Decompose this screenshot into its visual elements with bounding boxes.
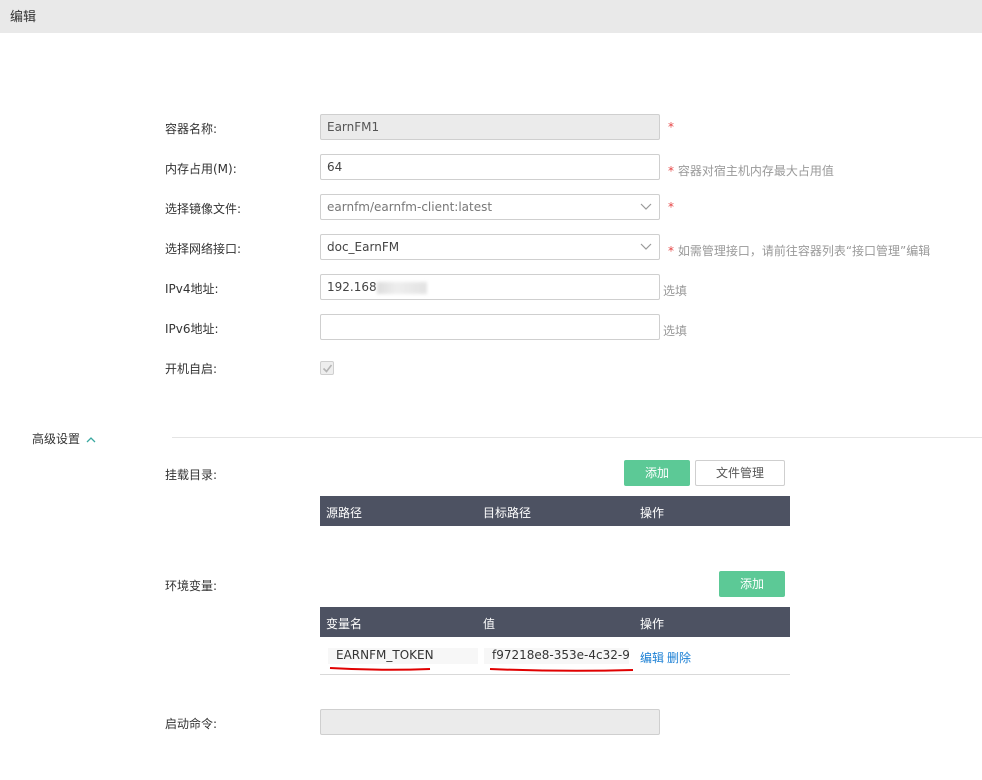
mount-table-header: 源路径 目标路径 操作 — [320, 496, 790, 526]
column-var-name: 变量名 — [326, 617, 363, 631]
delete-link[interactable]: 删除 — [667, 649, 691, 666]
dialog-title: 编辑 — [10, 10, 37, 25]
column-actions: 操作 — [640, 506, 665, 520]
command-input[interactable] — [320, 709, 660, 735]
memory-hint-text: 容器对宿主机内存最大占用值 — [677, 164, 834, 178]
chevron-up-icon — [86, 436, 96, 442]
ipv4-value: 192.168 — [327, 280, 377, 294]
required-mark: * — [668, 200, 674, 214]
memory-hint: * 容器对宿主机内存最大占用值 — [668, 162, 834, 179]
container-name-label: 容器名称: — [165, 122, 218, 136]
image-select-value: earnfm/earnfm-client:latest — [327, 200, 493, 214]
ipv6-label: IPv6地址: — [165, 322, 219, 336]
required-mark: * — [668, 244, 674, 258]
redacted-region — [376, 281, 427, 294]
command-label: 启动命令: — [165, 717, 218, 731]
autostart-label: 开机自启: — [165, 362, 218, 376]
autostart-checkbox[interactable] — [320, 361, 334, 375]
file-manage-button[interactable]: 文件管理 — [695, 460, 785, 486]
required-mark: * — [668, 120, 674, 134]
check-icon — [322, 364, 333, 373]
red-underline-annotation — [329, 667, 431, 671]
add-env-button[interactable]: 添加 — [719, 571, 785, 597]
section-divider — [172, 437, 982, 438]
network-hint: * 如需管理接口，请前往容器列表“接口管理”编辑 — [668, 242, 930, 259]
ipv4-input[interactable]: 192.168 — [320, 274, 660, 300]
chevron-down-icon — [640, 243, 652, 250]
image-select[interactable]: earnfm/earnfm-client:latest — [320, 194, 660, 220]
red-underline-annotation — [489, 668, 634, 672]
network-label: 选择网络接口: — [165, 242, 242, 256]
ipv6-input[interactable] — [320, 314, 660, 340]
network-select[interactable]: doc_EarnFM — [320, 234, 660, 260]
chevron-down-icon — [640, 203, 652, 210]
network-hint-text: 如需管理接口，请前往容器列表“接口管理”编辑 — [677, 244, 931, 258]
column-source-path: 源路径 — [326, 506, 363, 520]
network-select-value: doc_EarnFM — [327, 240, 400, 254]
container-name-input[interactable]: EarnFM1 — [320, 114, 660, 140]
add-mount-button[interactable]: 添加 — [624, 460, 690, 486]
ipv4-label: IPv4地址: — [165, 282, 219, 296]
dialog-header: 编辑 — [0, 0, 982, 33]
ipv6-hint: 选填 — [663, 324, 688, 338]
advanced-settings-label: 高级设置 — [32, 432, 81, 446]
ipv4-hint: 选填 — [663, 284, 688, 298]
required-mark: * — [668, 164, 674, 178]
column-value: 值 — [483, 617, 496, 631]
env-table-header: 变量名 值 操作 — [320, 607, 790, 637]
env-label: 环境变量: — [165, 579, 218, 593]
advanced-settings-toggle[interactable]: 高级设置 — [32, 430, 96, 447]
image-label: 选择镜像文件: — [165, 202, 242, 216]
column-actions: 操作 — [640, 617, 665, 631]
mount-label: 挂载目录: — [165, 468, 218, 482]
memory-label: 内存占用(M): — [165, 162, 237, 176]
edit-link[interactable]: 编辑 — [640, 649, 664, 666]
memory-input[interactable]: 64 — [320, 154, 660, 180]
column-target-path: 目标路径 — [483, 506, 532, 520]
